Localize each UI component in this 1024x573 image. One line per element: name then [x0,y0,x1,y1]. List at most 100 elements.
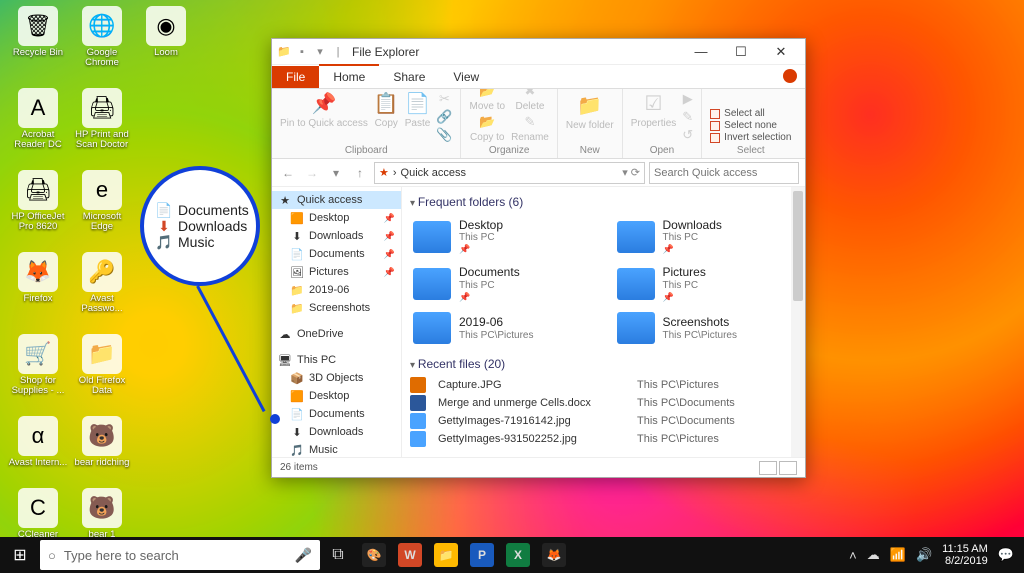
callout-item: 🎵Music [156,234,256,250]
tab-view[interactable]: View [439,65,493,88]
forward-button[interactable]: → [302,163,322,183]
desktop-icon[interactable]: 🔑Avast Passwo... [72,252,132,314]
nav-item[interactable]: 🖼Pictures📌 [272,263,401,281]
desktop-icon[interactable]: αAvast Intern... [8,416,68,468]
folder-item[interactable]: 2019-06This PC\Pictures [410,309,594,347]
history-dropdown[interactable]: ▾ [326,163,346,183]
notifications-icon[interactable]: 💬 [998,547,1014,563]
nav-item[interactable]: 🎵Music [272,441,401,457]
paste-shortcut-button[interactable]: 📎 [436,127,452,143]
desktop-icon[interactable]: ◉Loom [136,6,196,68]
tray-volume-icon[interactable]: 🔊 [916,547,932,563]
help-icon[interactable] [783,69,797,83]
close-button[interactable]: ✕ [761,39,801,65]
taskbar-app[interactable]: X [500,537,536,573]
desktop-icon[interactable]: 🐻bear ridching [72,416,132,468]
copy-button[interactable]: 📋Copy [374,91,399,129]
taskbar-app[interactable]: 🦊 [536,537,572,573]
nav-item[interactable]: ★Quick access [272,191,401,209]
nav-item[interactable]: 🟧Desktop [272,387,401,405]
tab-share[interactable]: Share [379,65,439,88]
titlebar[interactable]: 📁 ▪ ▾ | File Explorer — ☐ ✕ [272,39,805,65]
qat-item-icon[interactable]: ▾ [312,44,328,60]
edit-button[interactable]: ✎ [682,109,693,125]
address-bar-row: ← → ▾ ↑ ★ › Quick access ▾ ⟳ [272,159,805,187]
history-button[interactable]: ↺ [682,127,693,143]
folder-item[interactable]: DownloadsThis PC📌 [614,215,798,258]
desktop-icon[interactable]: 🖨HP OfficeJet Pro 8620 [8,170,68,232]
file-name[interactable]: GettyImages-931502252.jpg [438,433,637,445]
details-view-button[interactable] [759,461,777,475]
maximize-button[interactable]: ☐ [721,39,761,65]
qat-item-icon[interactable]: ▪ [294,44,310,60]
tray-network-icon[interactable]: 📶 [890,547,906,563]
refresh-icon[interactable]: ▾ ⟳ [622,166,640,179]
file-name[interactable]: Merge and unmerge Cells.docx [438,397,637,409]
taskbar-app[interactable]: 📁 [428,537,464,573]
nav-item[interactable]: ☁OneDrive [272,325,401,343]
file-name[interactable]: Capture.JPG [438,379,637,391]
paste-button[interactable]: 📄Paste [405,91,431,129]
address-bar[interactable]: ★ › Quick access ▾ ⟳ [374,162,645,184]
search-input[interactable] [649,162,799,184]
tab-home[interactable]: Home [319,64,379,88]
up-button[interactable]: ↑ [350,163,370,183]
nav-item[interactable]: 📦3D Objects [272,369,401,387]
select-none-button[interactable]: Select none [710,120,791,131]
desktop-icon[interactable]: 🖨HP Print and Scan Doctor [72,88,132,150]
new-folder-button[interactable]: 📁New folder [566,93,614,131]
nav-item[interactable]: ⬇Downloads [272,423,401,441]
copy-to-button[interactable]: 📂Copy to [469,114,505,143]
cut-button[interactable]: ✂ [436,91,452,107]
desktop-icon[interactable]: eMicrosoft Edge [72,170,132,232]
desktop-icon[interactable]: 🦊Firefox [8,252,68,314]
rename-button[interactable]: ✎Rename [511,114,549,143]
navigation-pane[interactable]: ★Quick access🟧Desktop📌⬇Downloads📌📄Docume… [272,187,402,457]
taskbar-search[interactable]: ○ Type here to search 🎤 [40,540,320,570]
tray-overflow-icon[interactable]: ˄ [849,548,857,563]
ribbon: 📌Pin to Quick access 📋Copy 📄Paste ✂ 🔗 📎 … [272,89,805,159]
content-pane[interactable]: Frequent folders (6) DesktopThis PC📌 Down… [402,187,805,457]
clock[interactable]: 11:15 AM 8/2/2019 [942,543,988,567]
taskbar-app[interactable]: P [464,537,500,573]
taskbar-app[interactable]: W [392,537,428,573]
copy-path-button[interactable]: 🔗 [436,109,452,125]
desktop-icon[interactable]: 📁Old Firefox Data [72,334,132,396]
desktop-icon[interactable]: 🗑Recycle Bin [8,6,68,68]
nav-item[interactable]: 📁Screenshots [272,299,401,317]
start-button[interactable]: ⊞ [0,537,40,573]
nav-item[interactable]: 📄Documents📌 [272,245,401,263]
frequent-folders-header[interactable]: Frequent folders (6) [410,195,797,209]
nav-item[interactable]: 📄Documents [272,405,401,423]
taskbar-app[interactable]: 🎨 [356,537,392,573]
desktop-icon[interactable]: 🛒Shop for Supplies - ... [8,334,68,396]
select-all-button[interactable]: Select all [710,108,791,119]
folder-item[interactable]: DesktopThis PC📌 [410,215,594,258]
properties-button[interactable]: ☑Properties [631,91,677,129]
invert-selection-button[interactable]: Invert selection [710,132,791,143]
nav-item[interactable]: 📁2019-06 [272,281,401,299]
desktop-icon[interactable]: 🌐Google Chrome [72,6,132,68]
mic-icon[interactable]: 🎤 [295,547,312,564]
large-icons-view-button[interactable] [779,461,797,475]
folder-item[interactable]: ScreenshotsThis PC\Pictures [614,309,798,347]
recent-files-header[interactable]: Recent files (20) [410,357,797,371]
open-button[interactable]: ▶ [682,91,693,107]
nav-item[interactable]: 🖥This PC [272,351,401,369]
scrollbar[interactable] [791,187,805,457]
nav-item[interactable]: ⬇Downloads📌 [272,227,401,245]
file-name[interactable]: GettyImages-71916142.jpg [438,415,637,427]
pin-to-quick-access-button[interactable]: 📌Pin to Quick access [280,91,368,129]
desktop-icon[interactable]: AAcrobat Reader DC [8,88,68,150]
folder-item[interactable]: DocumentsThis PC📌 [410,262,594,305]
breadcrumb-location[interactable]: Quick access [401,167,466,179]
minimize-button[interactable]: — [681,39,721,65]
nav-item[interactable]: 🟧Desktop📌 [272,209,401,227]
app-icon: e [82,170,122,210]
file-tab[interactable]: File [272,66,319,88]
scrollbar-thumb[interactable] [793,191,803,301]
task-view-button[interactable]: ⧉ [320,537,356,573]
folder-item[interactable]: PicturesThis PC📌 [614,262,798,305]
back-button[interactable]: ← [278,163,298,183]
tray-onedrive-icon[interactable]: ☁ [867,547,880,563]
